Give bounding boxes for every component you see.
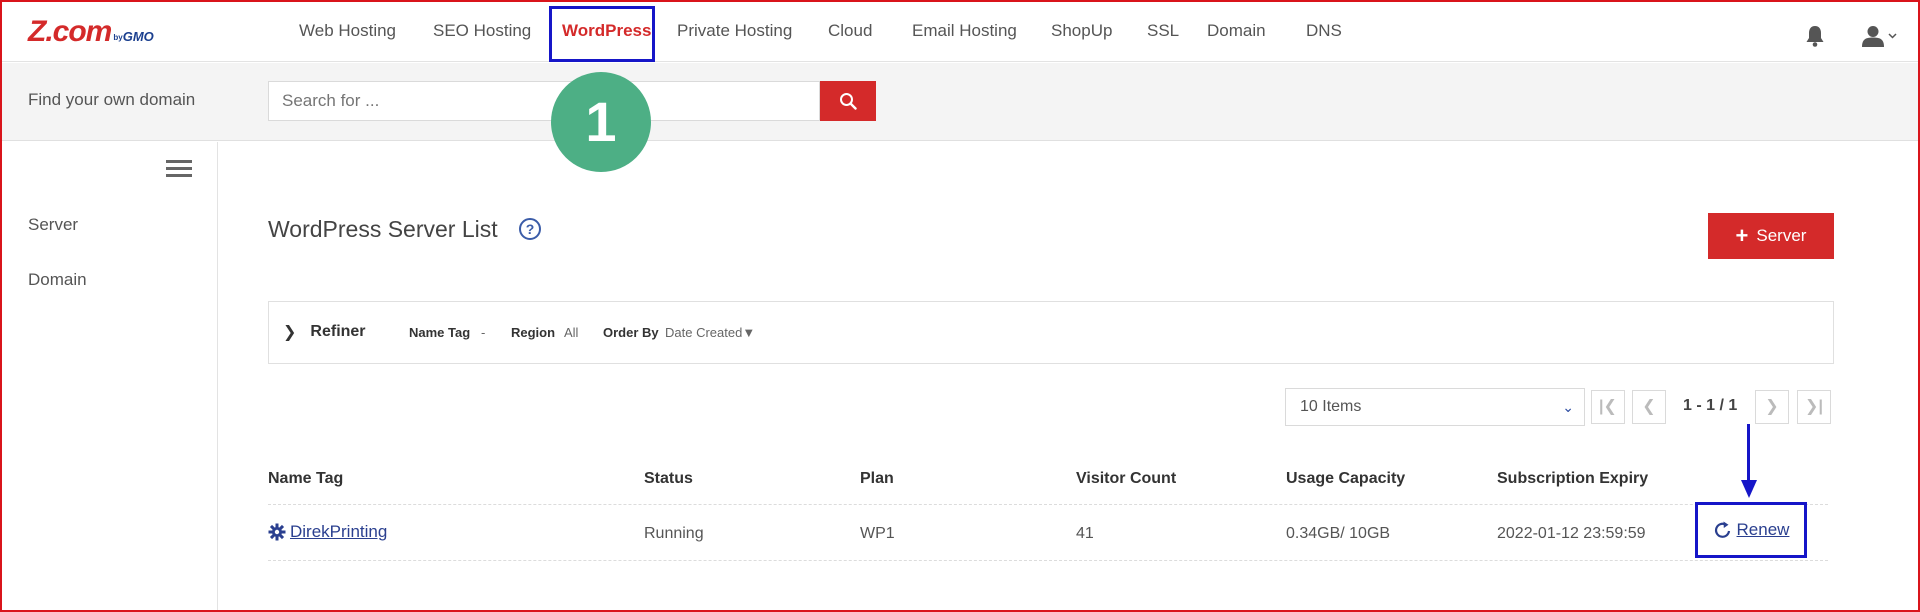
column-header-usage-capacity: Usage Capacity (1286, 470, 1406, 487)
pagination-range: 1 - 1 / 1 (1683, 397, 1738, 414)
sidebar-item-domain[interactable]: Domain (28, 270, 87, 290)
renew-label: Renew (1736, 520, 1790, 539)
chevron-right-icon: ❯ (283, 324, 297, 341)
nav-cloud[interactable]: Cloud (828, 0, 872, 62)
domain-search-input[interactable] (268, 81, 820, 121)
search-icon (840, 93, 857, 110)
nav-shopup[interactable]: ShopUp (1051, 0, 1112, 62)
find-domain-label: Find your own domain (28, 90, 196, 109)
refiner-label: Refiner (310, 323, 366, 340)
chevron-down-icon (1888, 33, 1897, 39)
items-per-page-value: 10 Items (1300, 398, 1362, 415)
wordpress-highlight-box (549, 6, 655, 62)
filter-name-tag-key: Name Tag (409, 325, 471, 340)
logo-by: by (113, 33, 123, 42)
add-server-button[interactable]: + Server (1708, 213, 1834, 259)
column-header-name-tag: Name Tag (268, 470, 344, 487)
column-header-subscription-expiry: Subscription Expiry (1497, 470, 1649, 487)
add-server-label: Server (1756, 226, 1807, 245)
brand-logo[interactable]: Z.com by GMO (28, 15, 154, 48)
table-header-divider (268, 504, 1828, 505)
bell-icon[interactable] (1805, 25, 1825, 52)
column-header-plan: Plan (860, 470, 894, 487)
filter-order-by-value[interactable]: Date Created▼ (665, 325, 755, 340)
nav-domain[interactable]: Domain (1207, 0, 1266, 62)
user-menu[interactable] (1862, 25, 1897, 47)
logo-text: Z.com (28, 15, 112, 48)
filter-region-value: All (564, 325, 579, 340)
nav-web-hosting[interactable]: Web Hosting (299, 0, 396, 62)
refiner-toggle[interactable]: ❯ Refiner (283, 322, 366, 342)
sidebar: Server Domain (0, 142, 218, 612)
server-subscription-expiry: 2022-01-12 23:59:59 (1497, 525, 1646, 542)
server-plan: WP1 (860, 525, 895, 542)
sidebar-item-server[interactable]: Server (28, 215, 78, 235)
filter-region-key: Region (511, 325, 556, 340)
server-name-text: DirekPrinting (290, 522, 388, 541)
nav-private-hosting[interactable]: Private Hosting (677, 0, 792, 62)
nav-dns[interactable]: DNS (1306, 0, 1342, 62)
logo-gmo: GMO (122, 29, 154, 44)
user-icon (1862, 26, 1884, 47)
column-header-status: Status (644, 470, 693, 487)
chevron-down-icon: ⌄ (1562, 399, 1574, 415)
annotation-arrow-head (1741, 480, 1757, 498)
hamburger-menu-icon[interactable] (166, 160, 192, 178)
nav-ssl[interactable]: SSL (1147, 0, 1179, 62)
items-per-page-select[interactable]: 10 Items ⌄ (1285, 388, 1585, 426)
server-status: Running (644, 525, 704, 542)
refresh-icon (1714, 521, 1730, 538)
renew-button[interactable]: Renew (1695, 502, 1807, 558)
step-number-badge: 1 (551, 72, 651, 172)
first-page-button[interactable]: |❮ (1591, 390, 1625, 424)
column-header-visitor-count: Visitor Count (1076, 470, 1177, 487)
nav-email-hosting[interactable]: Email Hosting (912, 0, 1017, 62)
next-page-button[interactable]: ❯ (1755, 390, 1789, 424)
server-name-link[interactable]: DirekPrinting (268, 522, 387, 542)
filter-order-by-key: Order By (603, 325, 659, 340)
top-navigation: Z.com by GMO Web Hosting SEO Hosting Wor… (0, 0, 1920, 62)
table-row-divider (268, 560, 1828, 561)
server-usage-capacity: 0.34GB/ 10GB (1286, 525, 1391, 542)
search-button[interactable] (820, 81, 876, 121)
plus-icon: + (1735, 223, 1749, 248)
filter-name-tag-value: - (481, 325, 486, 340)
server-visitor-count: 41 (1076, 525, 1094, 542)
last-page-button[interactable]: ❯| (1797, 390, 1831, 424)
page-title: WordPress Server List (268, 216, 498, 242)
nav-seo-hosting[interactable]: SEO Hosting (433, 0, 531, 62)
help-icon[interactable]: ? (519, 218, 541, 240)
gear-icon (268, 523, 286, 541)
refiner-panel: ❯ Refiner Name Tag - Region All Order By… (268, 301, 1834, 364)
domain-search-bar: Find your own domain (0, 63, 1920, 141)
prev-page-button[interactable]: ❮ (1632, 390, 1666, 424)
